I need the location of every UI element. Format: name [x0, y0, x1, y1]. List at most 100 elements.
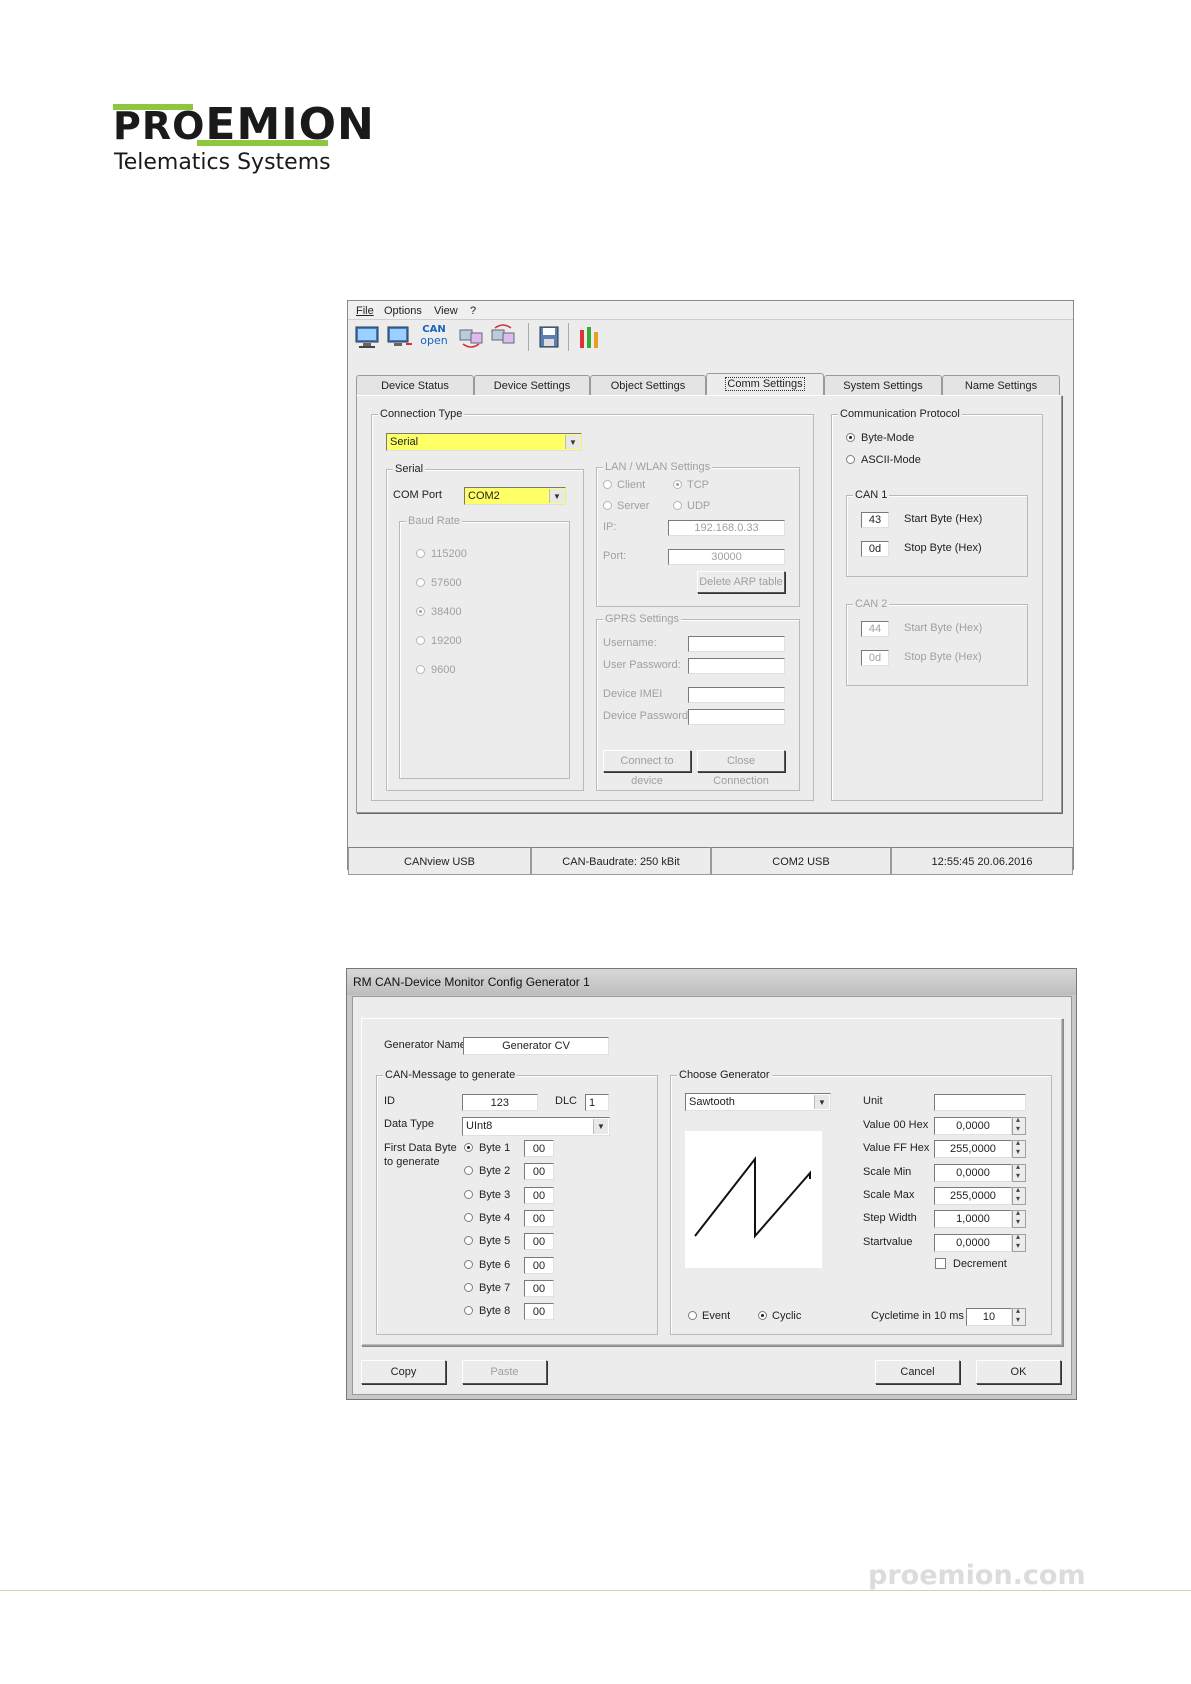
generator-name-input[interactable]: Generator CV — [463, 1037, 609, 1055]
byte-radio-1[interactable] — [464, 1143, 473, 1152]
byte-radio-4[interactable] — [464, 1212, 473, 1222]
canopen-icon[interactable]: CAN open — [420, 324, 448, 350]
paste-button[interactable]: Paste — [462, 1360, 547, 1384]
can1-stop-byte-input[interactable]: 0d — [861, 541, 889, 557]
startvalue-input[interactable]: 0,0000 — [934, 1233, 1012, 1252]
communication-protocol-title: Communication Protocol — [838, 407, 962, 421]
can2-stop-byte-label: Stop Byte (Hex) — [904, 651, 982, 663]
scale-max-spinner[interactable] — [1012, 1185, 1026, 1205]
baud-radio-115200[interactable] — [416, 549, 425, 558]
byte-value-input-2[interactable]: 00 — [524, 1163, 554, 1181]
user-password-input[interactable] — [688, 658, 785, 674]
event-radio[interactable] — [688, 1311, 697, 1320]
value-ff-hex-spinner[interactable] — [1012, 1138, 1026, 1159]
can2-start-byte-input[interactable]: 44 — [861, 621, 889, 637]
port-input[interactable]: 30000 — [668, 549, 785, 565]
startvalue-spinner[interactable] — [1012, 1232, 1026, 1252]
menu-file[interactable]: File — [356, 304, 374, 318]
scale-max-input[interactable]: 255,0000 — [934, 1186, 1012, 1205]
monitor-network-icon[interactable] — [386, 324, 412, 350]
footer-website[interactable]: proemion.com — [868, 1560, 1086, 1592]
id-input[interactable]: 123 — [462, 1094, 538, 1111]
chevron-down-icon[interactable]: ▼ — [814, 1095, 829, 1109]
save-icon[interactable] — [536, 324, 562, 350]
baud-radio-19200[interactable] — [416, 636, 425, 645]
baud-radio-38400[interactable] — [416, 607, 425, 616]
username-input[interactable] — [688, 636, 785, 652]
port-label: Port: — [603, 550, 627, 562]
tcp-radio[interactable] — [673, 480, 682, 489]
tab-object-settings[interactable]: Object Settings — [590, 375, 706, 395]
udp-radio[interactable] — [673, 501, 682, 510]
client-radio[interactable] — [603, 480, 612, 489]
baud-radio-9600[interactable] — [416, 665, 425, 674]
ok-button[interactable]: OK — [976, 1360, 1061, 1384]
byte-radio-8[interactable] — [464, 1306, 473, 1316]
cyclic-radio[interactable] — [758, 1311, 767, 1320]
byte-radio-3[interactable] — [464, 1189, 473, 1199]
unit-input[interactable] — [934, 1094, 1026, 1111]
can1-start-byte-input[interactable]: 43 — [861, 512, 889, 528]
value-00-hex-spinner[interactable] — [1012, 1115, 1026, 1135]
tools-icon[interactable] — [576, 324, 602, 350]
device-password-label: Device Password — [603, 710, 688, 722]
device-imei-input[interactable] — [688, 687, 785, 703]
can2-stop-byte-input[interactable]: 0d — [861, 650, 889, 666]
menu-help[interactable]: ? — [470, 304, 476, 318]
cycletime-spinner[interactable] — [1012, 1306, 1026, 1326]
byte-radio-6[interactable] — [464, 1259, 473, 1269]
byte-mode-radio[interactable] — [846, 433, 855, 442]
ascii-mode-radio[interactable] — [846, 455, 855, 464]
tab-comm-settings[interactable]: Comm Settings — [706, 373, 824, 396]
menu-view[interactable]: View — [434, 304, 458, 318]
byte-value-input-6[interactable]: 00 — [524, 1256, 554, 1274]
chevron-down-icon[interactable]: ▼ — [549, 489, 564, 503]
step-width-input[interactable]: 1,0000 — [934, 1210, 1012, 1229]
byte-value-input-5[interactable]: 00 — [524, 1233, 554, 1251]
server-radio[interactable] — [603, 501, 612, 510]
byte-value-input-1[interactable]: 00 — [524, 1140, 554, 1157]
byte-value-input-3[interactable]: 00 — [524, 1186, 554, 1204]
chevron-down-icon[interactable]: ▼ — [565, 435, 580, 449]
copy-button[interactable]: Copy — [361, 1360, 446, 1384]
id-label: ID — [384, 1095, 395, 1107]
can2-group: CAN 2 44 Start Byte (Hex) 0d Stop Byte (… — [846, 597, 1028, 686]
scale-min-input[interactable]: 0,0000 — [934, 1163, 1012, 1182]
monitor-icon[interactable] — [354, 324, 380, 350]
device-password-input[interactable] — [688, 709, 785, 725]
dlc-input[interactable]: 1 — [585, 1094, 609, 1111]
cancel-button[interactable]: Cancel — [875, 1360, 960, 1384]
generator-type-select[interactable]: Sawtooth ▼ — [685, 1093, 831, 1111]
transfer-icon[interactable] — [458, 324, 484, 350]
step-width-spinner[interactable] — [1012, 1208, 1026, 1229]
decrement-checkbox[interactable] — [935, 1258, 946, 1269]
data-type-select[interactable]: UInt8 ▼ — [462, 1117, 610, 1136]
transfer2-icon[interactable] — [490, 324, 516, 350]
byte-radio-5[interactable] — [464, 1236, 473, 1246]
ip-input[interactable]: 192.168.0.33 — [668, 520, 785, 536]
data-type-label: Data Type — [384, 1118, 434, 1130]
byte-radio-2[interactable] — [464, 1166, 473, 1176]
byte-value-input-8[interactable]: 00 — [524, 1303, 554, 1321]
byte-radio-7[interactable] — [464, 1282, 473, 1292]
dialog-body: Generator Name Generator CV CAN-Message … — [352, 996, 1072, 1395]
byte-value-input-7[interactable]: 00 — [524, 1279, 554, 1297]
tab-name-settings[interactable]: Name Settings — [942, 375, 1060, 395]
com-port-select[interactable]: COM2 ▼ — [464, 487, 566, 505]
menu-options[interactable]: Options — [384, 304, 422, 318]
cycletime-input[interactable]: 10 — [966, 1308, 1012, 1326]
connection-type-select[interactable]: Serial ▼ — [386, 433, 582, 451]
value-00-hex-input[interactable]: 0,0000 — [934, 1117, 1012, 1135]
byte-value-input-4[interactable]: 00 — [524, 1209, 554, 1227]
value-ff-hex-input[interactable]: 255,0000 — [934, 1140, 1012, 1159]
tab-system-settings[interactable]: System Settings — [824, 375, 942, 395]
tab-device-status[interactable]: Device Status — [356, 375, 474, 395]
delete-arp-button[interactable]: Delete ARP table — [697, 571, 785, 593]
close-connection-button[interactable]: Close Connection — [697, 750, 785, 787]
chevron-down-icon[interactable]: ▼ — [593, 1119, 608, 1134]
tab-device-settings[interactable]: Device Settings — [474, 375, 590, 395]
scale-min-spinner[interactable] — [1012, 1162, 1026, 1182]
connect-button[interactable]: Connect to device — [603, 750, 691, 787]
byte-label-4: Byte 4 — [479, 1211, 511, 1224]
baud-radio-57600[interactable] — [416, 578, 425, 587]
